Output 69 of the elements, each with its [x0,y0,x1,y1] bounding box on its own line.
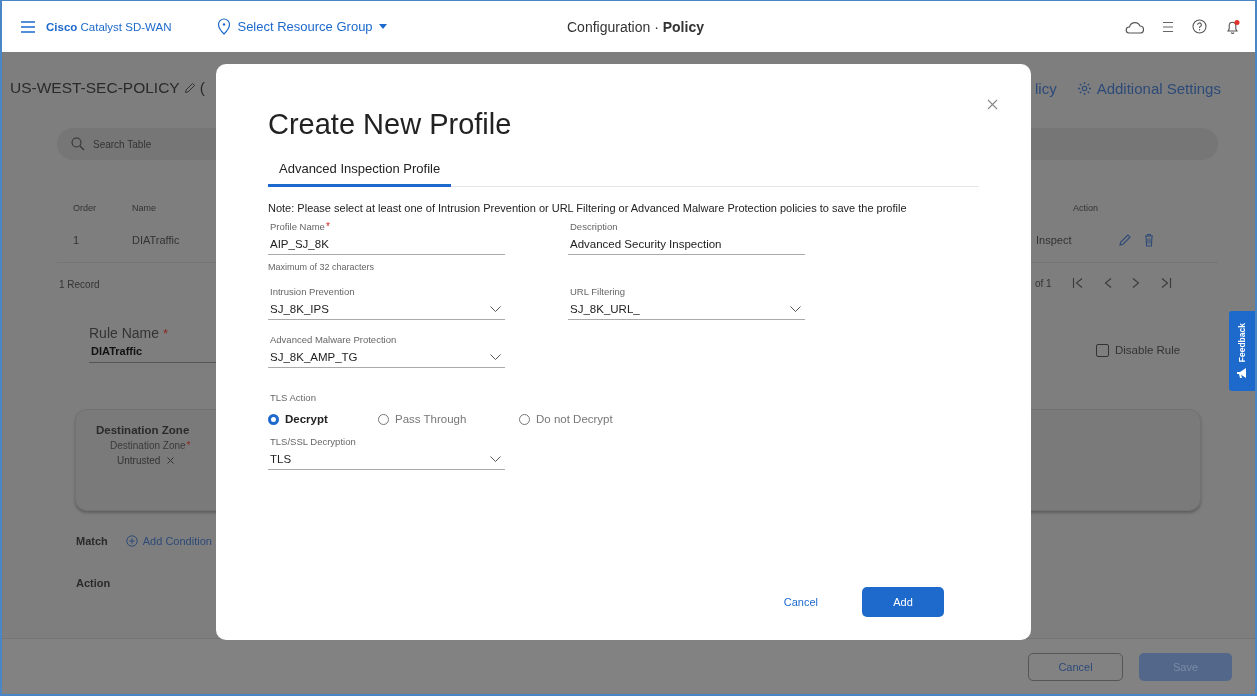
feedback-tab[interactable]: Feedback [1229,311,1255,391]
text-field[interactable]: Advanced Security Inspection [568,232,805,255]
close-icon[interactable] [987,99,998,110]
last-page-icon[interactable] [1159,277,1172,289]
caret-icon [378,24,387,29]
column-header: Action [1073,203,1098,213]
select-field[interactable]: TLS [268,447,505,470]
page-info: of 1 [1035,277,1052,289]
select-field[interactable]: SJ_8K_IPS [268,297,505,320]
field-label: Rule Name [89,325,160,341]
column-header: Order [73,203,97,213]
table-cell-text: 1 [73,234,81,246]
pencil-icon[interactable] [183,82,196,94]
field-label: Intrusion Prevention [270,286,355,297]
card-title: Destination Zone [96,424,191,436]
field-label: Destination Zone [110,440,186,451]
next-page-icon[interactable] [1131,277,1140,289]
field-label: URL Filtering [570,286,626,297]
edit-icon[interactable] [1118,233,1132,247]
select-field[interactable]: SJ_8K_URL_ [568,297,805,320]
product-name: Cisco Catalyst SD-WAN [46,20,172,33]
required-mark: * [163,326,169,341]
chevron-down-icon [490,305,501,313]
field-label: Description [570,221,618,232]
table-cell: DIATraffic [132,234,180,246]
search-icon [71,137,85,151]
radio-option[interactable]: Decrypt [268,413,378,425]
resource-group-dropdown[interactable]: Select Resource Group [217,18,387,35]
match-label: Match [76,535,108,547]
select-field[interactable]: SJ_8K_AMP_TG [268,345,505,368]
radio-option[interactable]: Pass Through [378,413,519,425]
gear-icon [1076,80,1092,96]
field-label: Advanced Malware Protection [270,334,397,345]
chevron-down-icon [790,305,801,313]
table-cell-text: Inspect [1036,234,1073,246]
remove-icon[interactable] [167,457,175,464]
page-title: Configuration · Policy [567,18,704,35]
text-field[interactable]: AIP_SJ_8K [268,232,505,255]
profile-tab[interactable]: Advanced Inspection Profile [268,161,452,187]
megaphone-icon [1236,366,1248,379]
required-mark: * [186,440,191,451]
policy-title-fragment: ( [199,79,205,97]
bell-icon[interactable] [1225,18,1241,35]
chevron-down-icon [490,455,501,463]
field-label: TLS/SSL Decryption [270,436,356,447]
chevron-down-icon [490,353,501,361]
note-text: Note: Please select at least one of Intrusion Prevention or URL Filtering or Advanced Malware Protection policies to save the profile [268,202,908,214]
cancel-button[interactable]: Cancel [777,595,824,609]
field-label: Profile Name [270,221,325,232]
help-icon[interactable] [1192,19,1207,34]
previous-page-icon[interactable] [1103,277,1112,289]
cloud-icon[interactable] [1124,19,1144,34]
list-icon[interactable] [1162,20,1174,33]
field-label: TLS Action [270,392,316,403]
required-mark: * [325,221,330,232]
plus-circle-icon [125,535,138,547]
column-header: Name [132,203,156,213]
dialog-title: Create New Profile [268,108,513,141]
radio-option[interactable]: Do not Decrypt [519,413,660,425]
record-count: 1 Record [59,279,100,290]
trash-icon[interactable] [1144,233,1154,247]
menu-icon[interactable] [20,20,36,33]
action-label: Action [76,577,111,589]
disable-rule-checkbox[interactable]: Disable Rule [1096,343,1181,357]
policy-title: US-WEST-SEC-POLICY [10,79,180,97]
location-pin-icon [217,18,232,35]
add-button[interactable]: Add [862,587,944,617]
field-hint: Maximum of 32 characters [268,262,376,272]
first-page-icon[interactable] [1071,277,1084,289]
